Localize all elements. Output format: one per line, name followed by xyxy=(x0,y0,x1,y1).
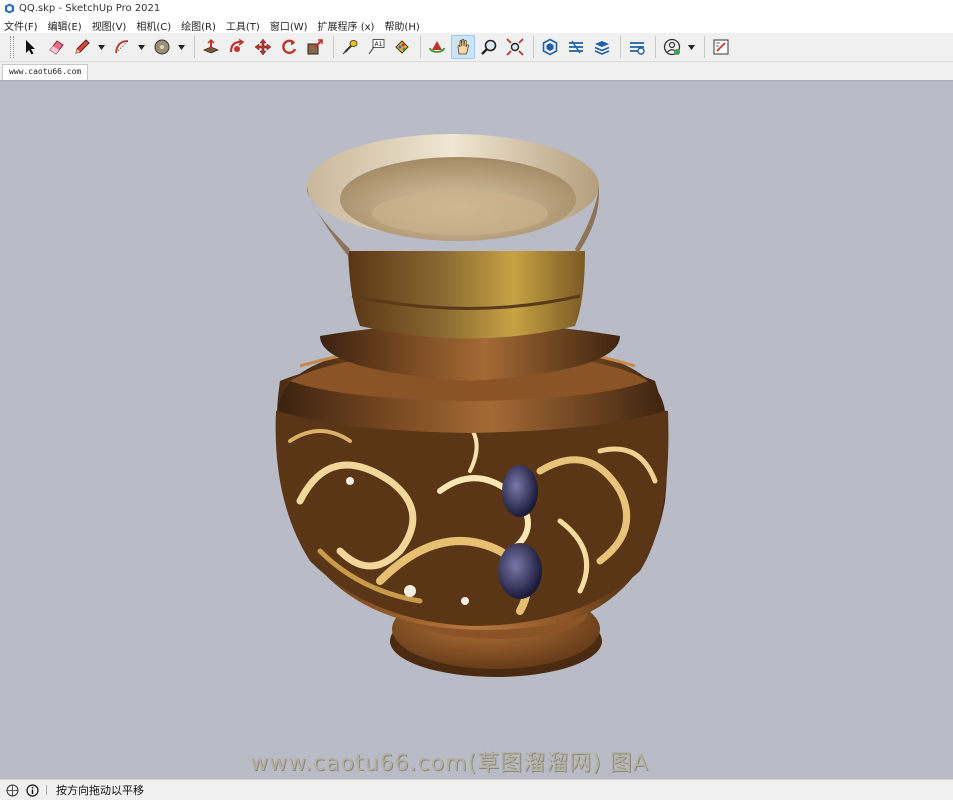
menu-camera[interactable]: 相机(C) xyxy=(136,18,171,33)
profile-icon xyxy=(663,38,681,56)
extension-warehouse-button[interactable] xyxy=(564,35,588,59)
shape-tool-button[interactable] xyxy=(150,35,174,59)
menu-help[interactable]: 帮助(H) xyxy=(384,18,419,33)
zoom-extents-icon xyxy=(506,38,524,56)
toolbar-separator xyxy=(620,36,621,58)
menu-bar: 文件(F) 编辑(E) 视图(V) 相机(C) 绘图(R) 工具(T) 窗口(W… xyxy=(0,17,953,33)
vase-model xyxy=(275,134,669,677)
menu-extensions[interactable]: 扩展程序 (x) xyxy=(318,18,375,33)
menu-edit[interactable]: 编辑(E) xyxy=(48,18,82,33)
profile-dropdown[interactable] xyxy=(686,35,696,59)
3d-warehouse-icon xyxy=(542,38,558,56)
sketchup-window: QQ.skp - SketchUp Pro 2021 文件(F) 编辑(E) 视… xyxy=(0,0,953,800)
tape-measure-icon xyxy=(342,40,358,55)
window-title: QQ.skp - SketchUp Pro 2021 xyxy=(19,3,161,14)
drawing-viewport[interactable]: www.caotu66.com(草图溜溜网) 图A xyxy=(0,80,953,779)
orbit-icon xyxy=(429,41,445,53)
move-tool-button[interactable] xyxy=(251,35,275,59)
main-toolbar: A1 xyxy=(0,33,953,62)
zoom-tool-button[interactable] xyxy=(477,35,501,59)
pencil-line-icon xyxy=(75,39,90,54)
push-pull-icon xyxy=(202,38,220,54)
paint-bucket-tool-button[interactable] xyxy=(390,35,414,59)
chevron-down-icon xyxy=(97,44,105,50)
scale-tool-button[interactable] xyxy=(303,35,327,59)
scene-tab[interactable]: www.caotu66.com xyxy=(2,64,89,80)
shape-circle-icon xyxy=(154,39,170,55)
orbit-tool-button[interactable] xyxy=(425,35,449,59)
rotate-icon xyxy=(282,39,297,55)
toolbar-separator xyxy=(533,36,534,58)
arc-tool-button[interactable] xyxy=(110,35,134,59)
extension-manager-icon xyxy=(630,42,645,55)
chevron-down-icon xyxy=(687,44,695,50)
status-bar: 按方向拖动以平移 xyxy=(0,779,953,800)
sketchup-app-icon xyxy=(4,3,15,14)
title-bar: QQ.skp - SketchUp Pro 2021 xyxy=(0,0,953,17)
geo-location-icon[interactable] xyxy=(6,784,19,797)
status-divider xyxy=(46,785,47,795)
extension-warehouse-icon xyxy=(569,40,583,54)
extension-manager-button[interactable] xyxy=(625,35,649,59)
chevron-down-icon xyxy=(177,44,185,50)
text-label-icon: A1 xyxy=(368,39,385,55)
menu-file[interactable]: 文件(F) xyxy=(4,18,38,33)
toolbar-separator xyxy=(420,36,421,58)
style-edit-button[interactable] xyxy=(709,35,733,59)
scene-tab-bar: www.caotu66.com xyxy=(0,62,953,80)
toolbar-separator xyxy=(655,36,656,58)
line-tools-dropdown[interactable] xyxy=(96,35,106,59)
text-tool-button[interactable]: A1 xyxy=(364,35,388,59)
move-icon xyxy=(254,38,272,56)
arc-tools-dropdown[interactable] xyxy=(136,35,146,59)
push-pull-tool-button[interactable] xyxy=(199,35,223,59)
style-edit-icon xyxy=(713,39,729,55)
toolbar-separator xyxy=(704,36,705,58)
eraser-icon xyxy=(49,40,64,55)
3d-warehouse-button[interactable] xyxy=(538,35,562,59)
chevron-down-icon xyxy=(137,44,145,50)
tape-measure-tool-button[interactable] xyxy=(338,35,362,59)
menu-window[interactable]: 窗口(W) xyxy=(270,18,308,33)
arc-icon xyxy=(115,40,129,54)
line-tool-button[interactable] xyxy=(70,35,94,59)
menu-tools[interactable]: 工具(T) xyxy=(226,18,260,33)
eraser-tool-button[interactable] xyxy=(44,35,68,59)
pan-tool-button[interactable] xyxy=(451,35,475,59)
zoom-extents-tool-button[interactable] xyxy=(503,35,527,59)
menu-view[interactable]: 视图(V) xyxy=(92,18,127,33)
follow-me-icon xyxy=(229,38,245,53)
select-arrow-icon xyxy=(26,40,35,55)
paint-bucket-icon xyxy=(395,40,409,54)
follow-me-tool-button[interactable] xyxy=(225,35,249,59)
layout-button[interactable] xyxy=(590,35,614,59)
profile-button[interactable] xyxy=(660,35,684,59)
scale-icon xyxy=(307,39,323,55)
toolbar-separator xyxy=(194,36,195,58)
status-message: 按方向拖动以平移 xyxy=(56,784,144,797)
toolbar-separator xyxy=(333,36,334,58)
layout-icon xyxy=(594,41,610,55)
zoom-icon xyxy=(481,39,497,55)
info-icon[interactable] xyxy=(26,783,39,797)
shape-tools-dropdown[interactable] xyxy=(176,35,186,59)
svg-text:A1: A1 xyxy=(375,41,383,48)
watermark-text: www.caotu66.com(草图溜溜网) 图A xyxy=(250,751,649,776)
pan-icon xyxy=(457,38,469,55)
rotate-tool-button[interactable] xyxy=(277,35,301,59)
menu-draw[interactable]: 绘图(R) xyxy=(181,18,216,33)
select-tool-button[interactable] xyxy=(18,35,42,59)
toolbar-grip[interactable] xyxy=(10,36,14,58)
